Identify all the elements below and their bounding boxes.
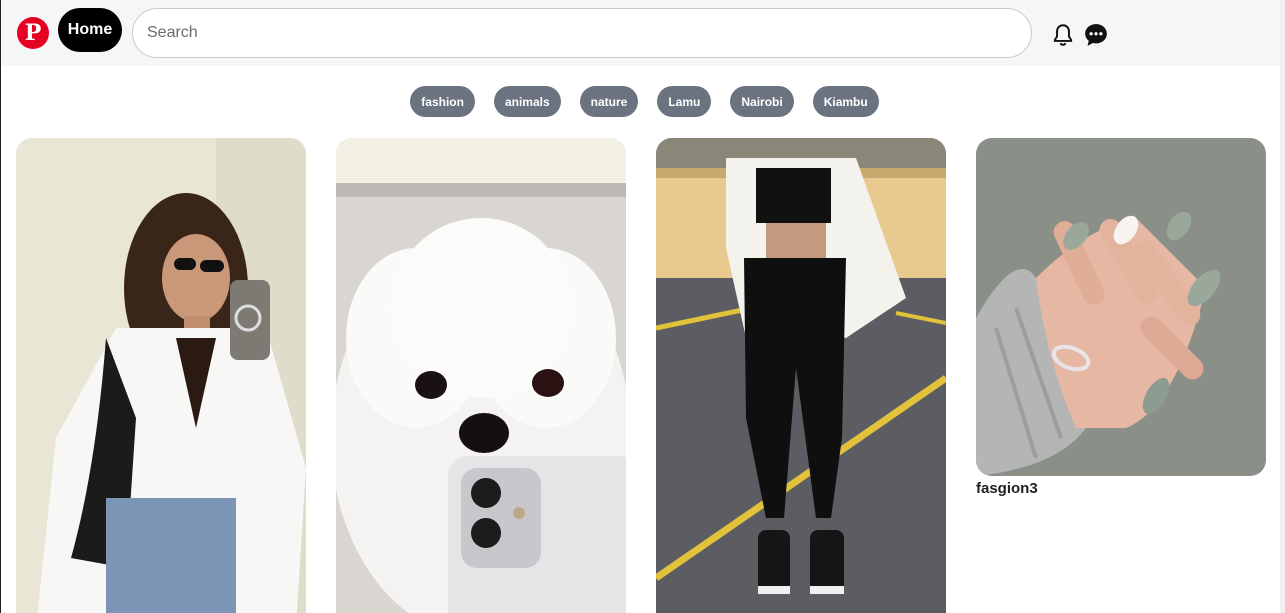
pinterest-logo-icon[interactable]: P <box>17 17 49 49</box>
logo-glyph: P <box>24 20 42 46</box>
chip-kiambu[interactable]: Kiambu <box>812 86 879 117</box>
pin-card[interactable] <box>976 138 1266 476</box>
pin-caption: fasgion3 <box>976 480 1038 497</box>
pin-card[interactable] <box>656 138 946 613</box>
notification-bell-icon[interactable] <box>1050 22 1076 48</box>
chip-animals[interactable]: animals <box>493 86 561 117</box>
pin-card[interactable] <box>16 138 306 613</box>
home-button[interactable]: Home <box>58 8 122 52</box>
chat-bubble-icon[interactable] <box>1083 22 1109 48</box>
top-nav-bar: P Home <box>1 0 1285 66</box>
pin-card[interactable] <box>336 138 626 613</box>
pin-image-woman-selfie <box>16 138 306 613</box>
pin-image-manicure <box>976 138 1266 476</box>
pin-image-parking-outfit <box>656 138 946 613</box>
search-input[interactable] <box>132 8 1032 58</box>
chip-lamu[interactable]: Lamu <box>657 86 712 117</box>
page: P Home fashion animals nature Lamu Nairo… <box>0 0 1285 613</box>
scrollbar[interactable] <box>1280 0 1285 613</box>
chip-nature[interactable]: nature <box>579 86 639 117</box>
chip-fashion[interactable]: fashion <box>410 86 475 117</box>
pin-image-white-dog <box>336 138 626 613</box>
category-chip-row: fashion animals nature Lamu Nairobi Kiam… <box>1 86 1285 118</box>
chip-nairobi[interactable]: Nairobi <box>730 86 794 117</box>
